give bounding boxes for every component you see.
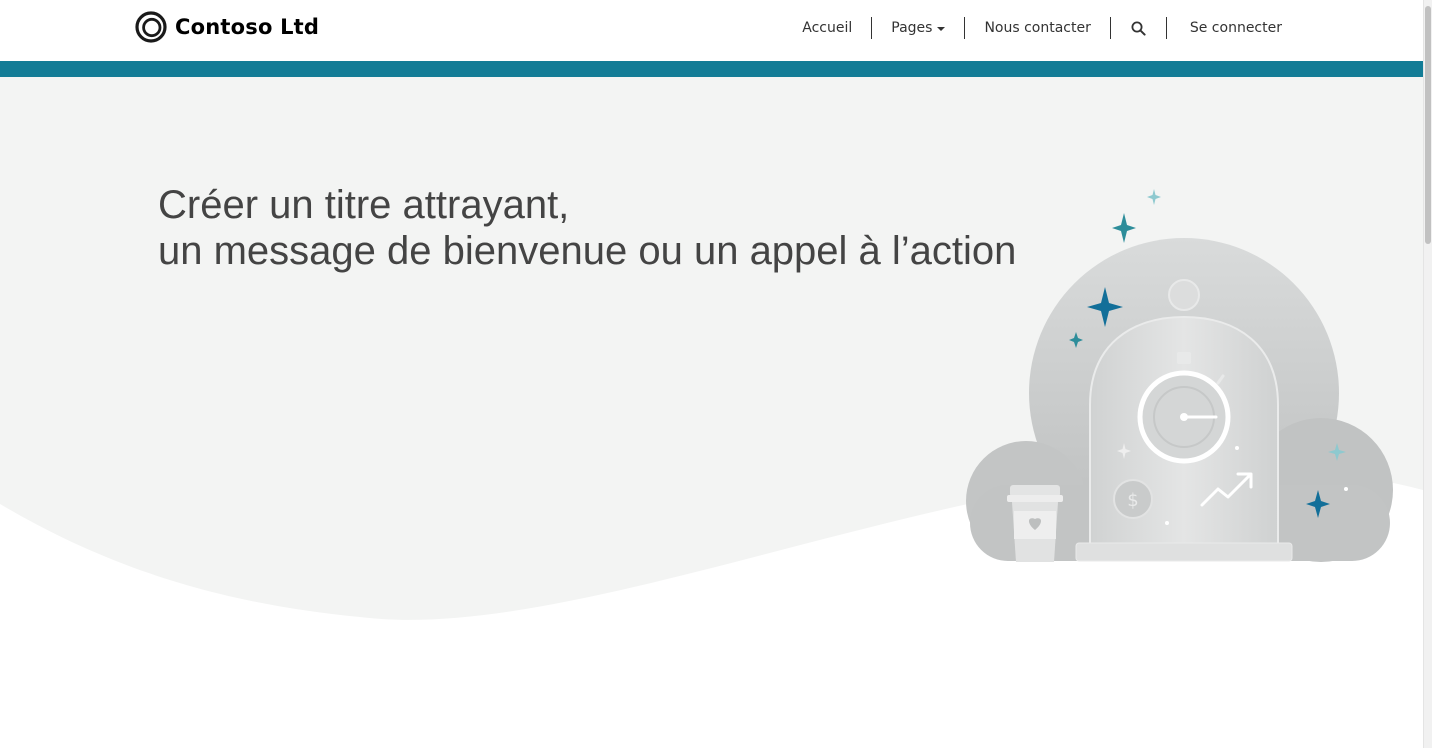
search-button[interactable] — [1111, 21, 1166, 36]
nav-item-label: Accueil — [802, 20, 853, 36]
ring-logo-icon — [135, 11, 167, 43]
hero-title-line-1: Créer un titre attrayant, — [158, 183, 570, 227]
nav-item-label: Nous contacter — [984, 20, 1091, 36]
brand-link[interactable]: Contoso Ltd — [135, 10, 319, 44]
signin-label: Se connecter — [1189, 20, 1282, 36]
brand-name: Contoso Ltd — [175, 15, 320, 39]
vertical-scrollbar[interactable] — [1423, 0, 1432, 748]
nav-item-contact[interactable]: Nous contacter — [965, 16, 1109, 40]
caret-down-icon — [937, 27, 946, 31]
main-nav: Accueil Pages Nous contacter Se connecte… — [783, 16, 1282, 40]
cloud-bell-jar-stopwatch-illustration: $ — [966, 189, 1393, 562]
search-icon — [1131, 21, 1146, 36]
coffee-cup-icon — [1007, 485, 1063, 562]
nav-item-pages[interactable]: Pages — [872, 16, 964, 40]
hero-title: Créer un titre attrayant, un message de … — [158, 182, 1016, 274]
site-header: Contoso Ltd Accueil Pages Nous contacter… — [0, 0, 1423, 61]
accent-bar — [0, 61, 1423, 77]
coin-icon: $ — [1113, 479, 1153, 519]
nav-item-label: Pages — [891, 20, 933, 36]
svg-text:$: $ — [1127, 490, 1138, 511]
hero-section: Créer un titre attrayant, un message de … — [0, 77, 1423, 677]
signin-link[interactable]: Se connecter — [1167, 16, 1282, 40]
nav-item-accueil[interactable]: Accueil — [783, 16, 871, 40]
hero-title-line-2: un message de bienvenue ou un appel à l’… — [158, 229, 1017, 273]
scrollbar-thumb[interactable] — [1425, 6, 1431, 244]
